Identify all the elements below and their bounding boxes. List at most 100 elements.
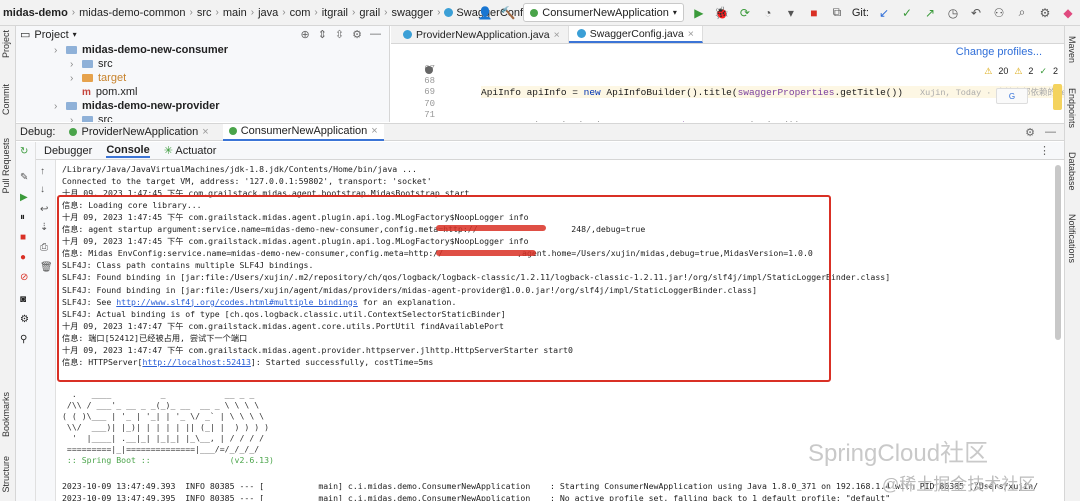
warning-count: 20 xyxy=(998,66,1009,76)
camera-icon[interactable]: ◙ xyxy=(20,294,26,305)
close-icon[interactable]: × xyxy=(688,28,694,40)
close-icon[interactable]: × xyxy=(554,29,560,41)
translate-icon[interactable]: ⧉ xyxy=(829,5,845,21)
chevron-right-icon[interactable]: › xyxy=(54,45,66,56)
tab-swagger-config[interactable]: SwaggerConfig.java × xyxy=(568,26,703,43)
close-icon[interactable]: × xyxy=(371,125,377,137)
breadcrumb-item[interactable]: itgrail xyxy=(319,7,351,19)
options-gear-icon[interactable]: ⚙ xyxy=(352,28,362,41)
commit-tool-tab[interactable]: Commit xyxy=(1,84,11,115)
subtab-actuator[interactable]: ✳ Actuator xyxy=(164,144,217,157)
banner-line: ' |____| .__|_| |_|_| |_\__, | / / / / xyxy=(62,433,265,443)
expand-icon[interactable]: ⇕ xyxy=(318,28,327,41)
code-with-me-icon[interactable]: ⚇ xyxy=(991,5,1007,21)
right-tool-window-strip: Maven Endpoints Database Notifications xyxy=(1064,26,1080,501)
wrench-icon[interactable]: ✎ xyxy=(20,172,28,183)
more-icon[interactable]: ⋮ xyxy=(1039,144,1050,157)
tree-item[interactable]: › src xyxy=(16,113,389,122)
rerun-icon[interactable]: ↻ xyxy=(20,146,28,157)
run-configuration-label: ConsumerNewApplication xyxy=(542,6,669,19)
project-panel-title[interactable]: Project xyxy=(34,29,68,41)
search-icon[interactable]: ⌕ xyxy=(1014,5,1030,21)
chevron-right-icon[interactable]: › xyxy=(70,59,82,70)
delete-icon[interactable]: 🗑 xyxy=(40,262,53,273)
code-view[interactable]: ApiInfo apiInfo = new ApiInfoBuilder().t… xyxy=(481,64,1064,122)
inspection-widget[interactable]: ⚠ 20 ⚠ 2 ✓ 2 xyxy=(984,66,1058,77)
notifications-tool-tab[interactable]: Notifications xyxy=(1067,214,1077,263)
collapse-icon[interactable]: ⇳ xyxy=(335,28,344,41)
git-update-icon[interactable]: ↙ xyxy=(876,5,892,21)
breadcrumb-item[interactable]: midas-demo xyxy=(0,7,71,19)
breadcrumb-item[interactable]: java xyxy=(255,7,281,19)
database-tool-tab[interactable]: Database xyxy=(1067,152,1077,191)
stop-icon[interactable]: ■ xyxy=(20,232,26,243)
java-class-icon xyxy=(444,8,454,17)
chevron-right-icon[interactable]: › xyxy=(70,73,82,84)
subtab-console[interactable]: Console xyxy=(106,144,150,158)
print-icon[interactable]: ⎙ xyxy=(40,242,48,253)
breadcrumb-item[interactable]: main xyxy=(220,7,250,19)
chevron-right-icon[interactable]: › xyxy=(70,115,82,123)
translate-popup-icon[interactable]: G xyxy=(996,88,1028,104)
debug-tab-provider[interactable]: ProviderNewApplication × xyxy=(63,124,214,141)
resume-icon[interactable]: ▶ xyxy=(20,192,28,203)
endpoints-tool-tab[interactable]: Endpoints xyxy=(1067,88,1077,128)
debug-tab-consumer[interactable]: ConsumerNewApplication × xyxy=(222,123,384,141)
bookmarks-tool-tab[interactable]: Bookmarks xyxy=(1,392,11,437)
breadcrumb-item[interactable]: grail xyxy=(356,7,383,19)
structure-tool-tab[interactable]: Structure xyxy=(1,456,11,493)
tab-provider-new-application[interactable]: ProviderNewApplication.java × xyxy=(395,26,569,43)
build-hammer-icon[interactable]: 🔨 xyxy=(500,5,516,21)
up-arrow-icon[interactable]: ↑ xyxy=(40,166,45,177)
history-icon[interactable]: ◷ xyxy=(945,5,961,21)
watermark-text: SpringCloud社区 xyxy=(808,440,989,467)
folder-icon xyxy=(66,102,77,110)
change-profiles-link[interactable]: Change profiles... xyxy=(956,46,1042,58)
view-breakpoints-icon[interactable]: ● xyxy=(20,252,26,263)
chevron-down-icon[interactable]: ▾ xyxy=(73,30,77,39)
settings-gear-icon[interactable]: ⚙ xyxy=(1037,5,1053,21)
coverage-icon[interactable]: ⟳ xyxy=(737,5,753,21)
tree-item[interactable]: › midas-demo-new-consumer xyxy=(16,43,389,57)
stop-icon[interactable]: ■ xyxy=(806,5,822,21)
hide-icon[interactable]: — xyxy=(1045,126,1056,139)
run-configuration-select[interactable]: ConsumerNewApplication ▾ xyxy=(523,3,684,22)
debug-icon[interactable]: 🐞 xyxy=(714,5,730,21)
maven-tool-tab[interactable]: Maven xyxy=(1067,36,1077,63)
pause-icon[interactable]: ⏸ xyxy=(20,212,25,223)
pin-icon[interactable]: ⚲ xyxy=(20,334,27,345)
hide-icon[interactable]: — xyxy=(370,28,381,41)
bean-gutter-icon[interactable] xyxy=(425,66,433,74)
subtab-debugger[interactable]: Debugger xyxy=(44,145,92,157)
scroll-to-end-icon[interactable]: ⇣ xyxy=(40,222,48,233)
pull-requests-tool-tab[interactable]: Pull Requests xyxy=(1,138,11,194)
breadcrumb-item[interactable]: src xyxy=(194,7,215,19)
down-arrow-icon[interactable]: ↓ xyxy=(40,184,45,195)
rollback-icon[interactable]: ↶ xyxy=(968,5,984,21)
settings-gear-icon[interactable]: ⚙ xyxy=(1025,126,1035,139)
chevron-right-icon[interactable]: › xyxy=(54,101,66,112)
folder-icon xyxy=(82,60,93,68)
settings-gear-icon[interactable]: ⚙ xyxy=(20,314,29,325)
git-push-icon[interactable]: ↗ xyxy=(922,5,938,21)
git-commit-icon[interactable]: ✓ xyxy=(899,5,915,21)
locate-icon[interactable]: ⊕ xyxy=(300,28,309,41)
tree-item[interactable]: m pom.xml xyxy=(16,85,389,99)
ide-logo-icon[interactable]: ◆ xyxy=(1060,5,1076,21)
mute-breakpoints-icon[interactable]: ⊘ xyxy=(20,272,28,283)
attach-icon[interactable]: ▾ xyxy=(783,5,799,21)
profile-icon[interactable]: ◔ xyxy=(760,5,776,21)
console-scrollbar[interactable] xyxy=(1055,165,1061,340)
breadcrumb-item[interactable]: com xyxy=(287,7,314,19)
user-icon[interactable]: 👤 xyxy=(477,5,493,21)
soft-wrap-icon[interactable]: ↩ xyxy=(40,204,48,215)
weak-warning-count: 2 xyxy=(1028,66,1034,76)
tree-item[interactable]: › midas-demo-new-provider xyxy=(16,99,389,113)
breadcrumb-item[interactable]: midas-demo-common xyxy=(76,7,188,19)
project-tool-tab[interactable]: Project xyxy=(1,30,11,58)
breadcrumb-item[interactable]: swagger xyxy=(389,7,437,19)
tree-item[interactable]: › target xyxy=(16,71,389,85)
close-icon[interactable]: × xyxy=(202,126,208,138)
run-icon[interactable]: ▶ xyxy=(691,5,707,21)
tree-item[interactable]: › src xyxy=(16,57,389,71)
